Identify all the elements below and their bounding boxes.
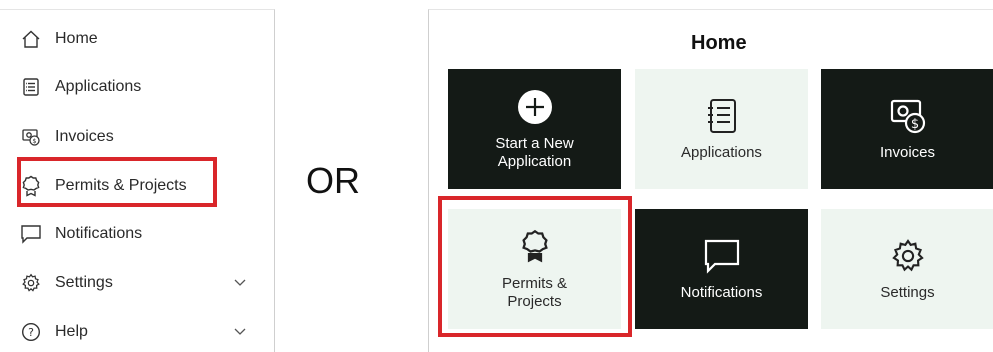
- invoices-icon: $: [20, 126, 42, 148]
- chevron-down-icon[interactable]: [233, 275, 247, 294]
- sidebar-item-help[interactable]: ? Help: [20, 317, 255, 347]
- notifications-icon: [20, 223, 42, 245]
- home-icon: [20, 28, 42, 50]
- tile-label-line1: Applications: [681, 144, 762, 161]
- tile-applications[interactable]: Applications: [635, 69, 808, 189]
- sidebar-item-notifications[interactable]: Notifications: [20, 219, 255, 249]
- tile-label-line2: Application: [497, 153, 572, 170]
- notifications-icon: [702, 236, 742, 276]
- gear-icon: [20, 272, 42, 294]
- tile-label-line1: Invoices: [879, 144, 936, 161]
- tile-label-line1: Settings: [880, 284, 935, 301]
- tile-label-line1: Notifications: [680, 284, 763, 301]
- gear-icon: [890, 236, 926, 276]
- applications-icon: [705, 96, 739, 136]
- page-title: Home: [691, 32, 747, 54]
- help-icon: ?: [20, 321, 42, 343]
- sidebar-item-label: Invoices: [55, 128, 114, 145]
- svg-text:$: $: [910, 117, 918, 132]
- tile-notifications[interactable]: Notifications: [635, 209, 808, 329]
- sidebar-item-label: Notifications: [55, 225, 143, 242]
- tile-invoices[interactable]: $ Invoices: [821, 69, 993, 189]
- highlight-box-sidebar-permits: [17, 157, 217, 207]
- sidebar-item-settings[interactable]: Settings: [20, 268, 255, 298]
- tile-settings[interactable]: Settings: [821, 209, 993, 329]
- sidebar-item-label: Applications: [55, 78, 142, 95]
- sidebar-item-home[interactable]: Home: [20, 24, 255, 54]
- highlight-box-permits-tile: [438, 196, 632, 337]
- sidebar-item-label: Home: [55, 30, 98, 47]
- sidebar-item-label: Help: [55, 323, 88, 340]
- chevron-down-icon[interactable]: [233, 324, 247, 343]
- svg-text:$: $: [32, 137, 36, 145]
- tile-label-line1: Start a New: [495, 135, 574, 152]
- or-divider-text: OR: [306, 160, 360, 201]
- svg-text:?: ?: [28, 326, 34, 339]
- applications-icon: [20, 76, 42, 98]
- sidebar-item-label: Settings: [55, 274, 113, 291]
- sidebar-item-invoices[interactable]: $ Invoices: [20, 122, 255, 152]
- invoices-icon: $: [888, 96, 928, 136]
- tile-start-new-application[interactable]: Start a New Application: [448, 69, 621, 189]
- sidebar-item-applications[interactable]: Applications: [20, 72, 255, 102]
- plus-circle-icon: [517, 87, 553, 127]
